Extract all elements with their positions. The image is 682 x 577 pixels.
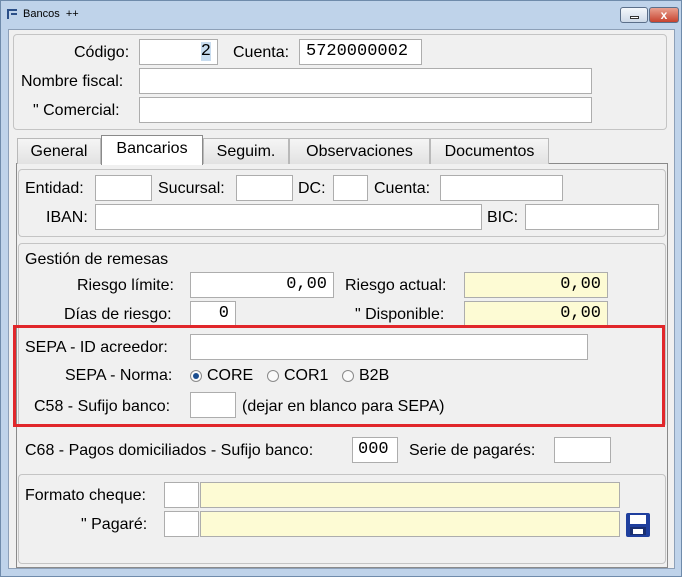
dias-riesgo-label: Días de riesgo:	[64, 306, 172, 323]
radio-core-label[interactable]: CORE	[207, 366, 253, 386]
nombre-fiscal-label: Nombre fiscal:	[21, 73, 124, 90]
cuenta-bancaria-label: Cuenta:	[374, 180, 431, 197]
minimize-button[interactable]	[620, 7, 648, 23]
riesgo-limite-field[interactable]: 0,00	[190, 272, 334, 298]
bic-label: BIC:	[487, 209, 519, 226]
tab-general[interactable]: General	[17, 138, 101, 164]
radio-b2b[interactable]	[342, 370, 354, 382]
entidad-label: Entidad:	[25, 180, 84, 197]
radio-cor1-label[interactable]: COR1	[284, 366, 328, 386]
comercial-field[interactable]	[139, 97, 592, 123]
window-title: Bancos ++	[23, 8, 79, 20]
tab-observaciones[interactable]: Observaciones	[289, 138, 430, 164]
close-icon: x	[660, 8, 668, 22]
c58-sufijo-field[interactable]	[190, 392, 236, 418]
disponible-field: 0,00	[464, 301, 608, 327]
formato-cheque-code[interactable]	[164, 482, 199, 508]
app-icon	[7, 9, 17, 19]
iban-field[interactable]	[95, 204, 482, 230]
riesgo-limite-label: Riesgo límite:	[77, 277, 174, 294]
cuenta-label: Cuenta:	[233, 44, 290, 61]
bancos-window: Bancos ++ x Código: 2 Cuenta: 5720000002…	[0, 0, 682, 577]
serie-pagares-field[interactable]	[554, 437, 611, 463]
sucursal-field[interactable]	[236, 175, 293, 201]
sucursal-label: Sucursal:	[158, 180, 225, 197]
c58-sufijo-label: C58 - Sufijo banco:	[34, 398, 171, 415]
pagare-value	[200, 511, 620, 537]
title-bar[interactable]: Bancos ++ x	[1, 1, 681, 29]
formato-cheque-label: Formato cheque:	[25, 487, 146, 504]
pagare-label: " Pagaré:	[81, 516, 148, 533]
cuenta-field[interactable]: 5720000002	[299, 39, 422, 65]
radio-cor1[interactable]	[267, 370, 279, 382]
dias-riesgo-field[interactable]: 0	[190, 301, 236, 327]
remesas-title: Gestión de remesas	[25, 251, 169, 268]
iban-label: IBAN:	[46, 209, 88, 226]
bic-field[interactable]	[525, 204, 659, 230]
sepa-id-acreedor-label: SEPA - ID acreedor:	[25, 339, 168, 356]
comercial-label: " Comercial:	[33, 102, 120, 119]
serie-pagares-label: Serie de pagarés:	[409, 442, 536, 459]
disponible-label: " Disponible:	[355, 306, 445, 323]
sepa-id-acreedor-field[interactable]	[190, 334, 588, 360]
save-icon[interactable]	[625, 512, 651, 538]
nombre-fiscal-field[interactable]	[139, 68, 592, 94]
radio-b2b-label[interactable]: B2B	[359, 366, 389, 386]
close-button[interactable]: x	[649, 7, 679, 23]
minimize-icon	[630, 16, 639, 19]
tab-documentos[interactable]: Documentos	[430, 138, 549, 164]
radio-core[interactable]	[190, 370, 202, 382]
pagare-code[interactable]	[164, 511, 199, 537]
dc-label: DC:	[298, 180, 326, 197]
sepa-norma-label: SEPA - Norma:	[65, 367, 173, 384]
tab-bancarios[interactable]: Bancarios	[101, 135, 203, 165]
riesgo-actual-field: 0,00	[464, 272, 608, 298]
cuenta-bancaria-field[interactable]	[440, 175, 563, 201]
formato-cheque-value	[200, 482, 620, 508]
codigo-field[interactable]: 2	[139, 39, 218, 65]
c68-sufijo-label: C68 - Pagos domiciliados - Sufijo banco:	[25, 442, 314, 459]
c58-hint: (dejar en blanco para SEPA)	[242, 398, 445, 415]
codigo-label: Código:	[74, 44, 130, 61]
tab-seguim[interactable]: Seguim.	[203, 138, 289, 164]
riesgo-actual-label: Riesgo actual:	[345, 277, 447, 294]
c68-sufijo-field[interactable]: 000	[352, 437, 398, 463]
dc-field[interactable]	[333, 175, 368, 201]
entidad-field[interactable]	[95, 175, 152, 201]
